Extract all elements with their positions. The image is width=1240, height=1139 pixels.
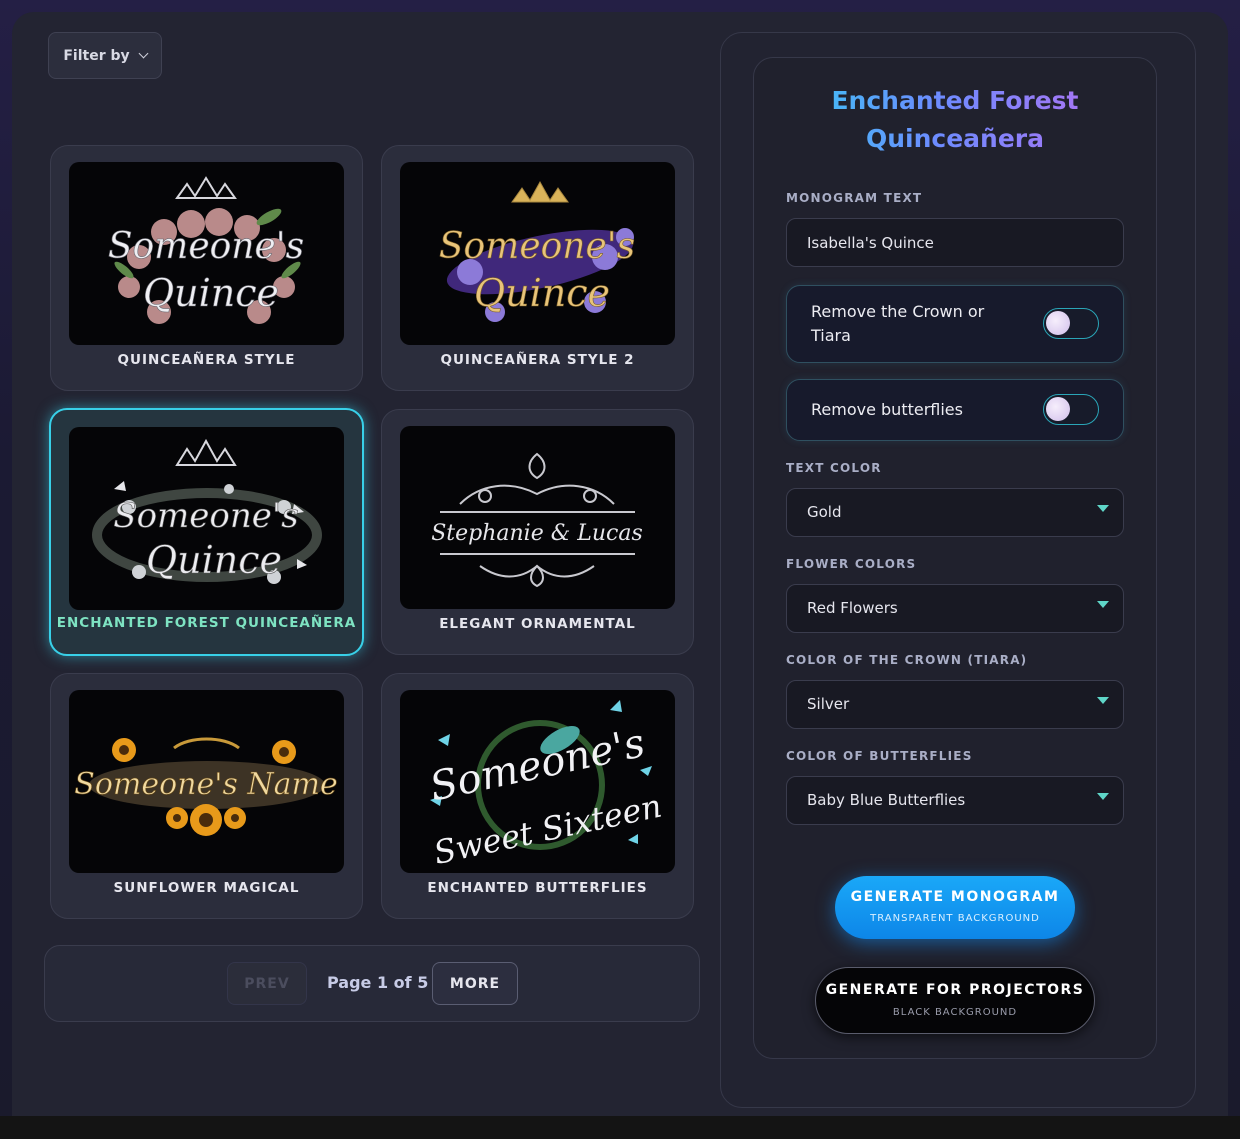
remove-crown-switch[interactable] xyxy=(1043,308,1099,339)
crown-color-label: COLOR OF THE CROWN (TIARA) xyxy=(786,653,1028,667)
flower-colors-label: FLOWER COLORS xyxy=(786,557,917,571)
pagination-bar: PREV Page 1 of 5 MORE xyxy=(44,945,700,1022)
generate-monogram-button[interactable]: GENERATE MONOGRAM TRANSPARENT BACKGROUND xyxy=(835,876,1075,939)
preview-text-line2: Quince xyxy=(146,538,282,582)
butterfly-color-select[interactable]: Baby Blue Butterflies xyxy=(786,776,1124,825)
remove-butterflies-toggle-row[interactable]: Remove butterflies xyxy=(786,379,1124,441)
style-card-sunflower-magical[interactable]: Someone's Name SUNFLOWER MAGICAL xyxy=(50,673,363,919)
style-card-label: QUINCEAÑERA STYLE xyxy=(117,352,296,368)
style-preview-image: Someone's Quince xyxy=(69,427,344,610)
generate-monogram-label: GENERATE MONOGRAM xyxy=(850,889,1060,905)
caret-down-icon xyxy=(1097,793,1109,800)
flower-colors-select[interactable]: Red Flowers xyxy=(786,584,1124,633)
preview-text-line2: Quince xyxy=(474,271,610,315)
style-card-label: ELEGANT ORNAMENTAL xyxy=(439,616,636,632)
style-title-line2: Quinceañera xyxy=(865,124,1044,153)
filter-button[interactable]: Filter by xyxy=(48,32,162,79)
generate-projector-sublabel: BLACK BACKGROUND xyxy=(892,1007,1018,1018)
style-card-label: SUNFLOWER MAGICAL xyxy=(113,880,300,896)
preview-text-line1: Someone's Name xyxy=(74,767,337,802)
monogram-text-input[interactable] xyxy=(786,218,1124,267)
chevron-down-icon xyxy=(138,48,149,59)
text-color-value: Gold xyxy=(807,503,842,521)
flower-colors-value: Red Flowers xyxy=(807,599,898,617)
text-color-select[interactable]: Gold xyxy=(786,488,1124,537)
remove-butterflies-label: Remove butterflies xyxy=(811,400,963,419)
text-color-label: TEXT COLOR xyxy=(786,461,882,475)
style-card-elegant-ornamental[interactable]: Stephanie & Lucas ELEGANT ORNAMENTAL xyxy=(381,409,694,655)
style-preview-image: Someone's Quince xyxy=(400,162,675,345)
remove-butterflies-switch[interactable] xyxy=(1043,394,1099,425)
preview-text-line1: Stephanie & Lucas xyxy=(431,521,643,546)
style-preview-image: Someone's Quince xyxy=(69,162,344,345)
preview-text-line1: Someone's xyxy=(108,226,304,267)
style-card-quinceanera-2[interactable]: Someone's Quince QUINCEAÑERA STYLE 2 xyxy=(381,145,694,391)
caret-down-icon xyxy=(1097,505,1109,512)
prev-page-button[interactable]: PREV xyxy=(227,962,307,1005)
preview-text-line1: Someone's xyxy=(439,226,635,267)
switch-knob xyxy=(1046,311,1070,335)
remove-crown-toggle-row[interactable]: Remove the Crown or Tiara xyxy=(786,285,1124,363)
style-card-label: ENCHANTED FOREST QUINCEAÑERA xyxy=(56,615,357,631)
butterfly-color-label: COLOR OF BUTTERFLIES xyxy=(786,749,973,763)
remove-crown-label: Remove the Crown or Tiara xyxy=(811,302,985,345)
style-card-label: ENCHANTED BUTTERFLIES xyxy=(427,880,648,896)
caret-down-icon xyxy=(1097,601,1109,608)
style-title-line1: Enchanted Forest xyxy=(831,86,1079,115)
bottom-bar xyxy=(0,1116,1240,1139)
preview-text-line2: Quince xyxy=(143,271,279,315)
style-card-label: QUINCEAÑERA STYLE 2 xyxy=(440,352,635,368)
crown-color-value: Silver xyxy=(807,695,850,713)
style-preview-image: Someone's Sweet Sixteen xyxy=(400,690,675,873)
generate-projector-label: GENERATE FOR PROJECTORS xyxy=(825,982,1085,998)
switch-knob xyxy=(1046,397,1070,421)
butterfly-color-value: Baby Blue Butterflies xyxy=(807,791,966,809)
style-card-enchanted-butterflies[interactable]: Someone's Sweet Sixteen ENCHANTED BUTTER… xyxy=(381,673,694,919)
generate-projector-button[interactable]: GENERATE FOR PROJECTORS BLACK BACKGROUND xyxy=(815,967,1095,1034)
generate-monogram-sublabel: TRANSPARENT BACKGROUND xyxy=(870,913,1040,924)
style-card-quinceanera[interactable]: Someone's Quince QUINCEAÑERA STYLE xyxy=(50,145,363,391)
more-button[interactable]: MORE xyxy=(432,962,518,1005)
caret-down-icon xyxy=(1097,697,1109,704)
filter-label: Filter by xyxy=(63,47,130,64)
page-indicator: Page 1 of 5 xyxy=(327,973,429,992)
style-title: Enchanted Forest Quinceañera xyxy=(753,82,1157,158)
style-preview-image: Stephanie & Lucas xyxy=(400,426,675,609)
preview-text-line1: Someone's xyxy=(113,496,298,536)
crown-color-select[interactable]: Silver xyxy=(786,680,1124,729)
monogram-text-label: MONOGRAM TEXT xyxy=(786,191,923,205)
style-card-enchanted-forest[interactable]: Someone's Quince ENCHANTED FOREST QUINCE… xyxy=(49,408,364,656)
style-preview-image: Someone's Name xyxy=(69,690,344,873)
